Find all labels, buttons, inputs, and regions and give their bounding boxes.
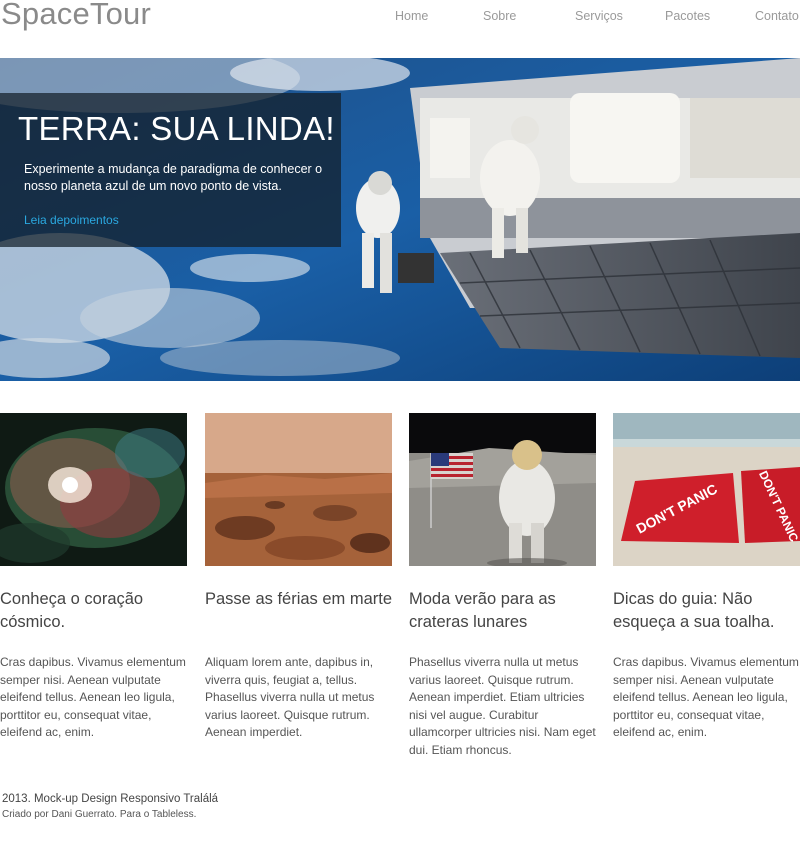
moon-astronaut-image[interactable] — [409, 413, 596, 566]
site-footer: 2013. Mock-up Design Responsivo Tralálá … — [2, 793, 218, 820]
nav-servicos[interactable]: Serviços — [575, 9, 623, 23]
main-nav: Home Sobre Serviços Pacotes Contato — [0, 9, 800, 29]
card-text: Phasellus viverra nulla ut metus varius … — [409, 655, 596, 757]
nebula-image[interactable] — [0, 413, 187, 566]
beach-towel-image[interactable]: DON'T PANIC DON'T PANIC — [613, 413, 800, 566]
card-title[interactable]: Passe as férias em marte — [205, 588, 405, 611]
hero-banner: TERRA: SUA LINDA! Experimente a mudança … — [0, 58, 800, 381]
feature-card-nebula: Conheça o coração cósmico. Cras dapibus.… — [0, 413, 187, 739]
nav-pacotes[interactable]: Pacotes — [665, 9, 710, 23]
nav-contato[interactable]: Contato — [755, 9, 799, 23]
hero-description: Experimente a mudança de paradigma de co… — [24, 162, 323, 193]
hero-overlay-box: TERRA: SUA LINDA! Experimente a mudança … — [0, 93, 341, 247]
card-text: Cras dapibus. Vivamus elementum semper n… — [0, 655, 186, 739]
footer-credits: Criado por Dani Guerrato. Para o Tablele… — [2, 809, 197, 820]
nav-home[interactable]: Home — [395, 9, 428, 23]
footer-copyright: 2013. Mock-up Design Responsivo Tralálá — [2, 793, 219, 805]
card-title[interactable]: Conheça o coração cósmico. — [0, 588, 200, 634]
feature-card-towel: DON'T PANIC DON'T PANIC Dicas do guia: N… — [613, 413, 800, 739]
site-header: SpaceTour Home Sobre Serviços Pacotes Co… — [0, 0, 800, 58]
nav-sobre[interactable]: Sobre — [483, 9, 516, 23]
hero-title: TERRA: SUA LINDA! — [18, 110, 335, 147]
feature-card-mars: Passe as férias em marte Aliquam lorem a… — [205, 413, 392, 739]
card-text: Aliquam lorem ante, dapibus in, viverra … — [205, 655, 375, 739]
feature-card-moon: Moda verão para as crateras lunares Phas… — [409, 413, 596, 757]
card-text: Cras dapibus. Vivamus elementum semper n… — [613, 655, 799, 739]
card-title[interactable]: Moda verão para as crateras lunares — [409, 588, 609, 634]
card-title[interactable]: Dicas do guia: Não esqueça a sua toalha. — [613, 588, 800, 634]
mars-image[interactable] — [205, 413, 392, 566]
testimonials-link[interactable]: Leia depoimentos — [24, 213, 119, 227]
